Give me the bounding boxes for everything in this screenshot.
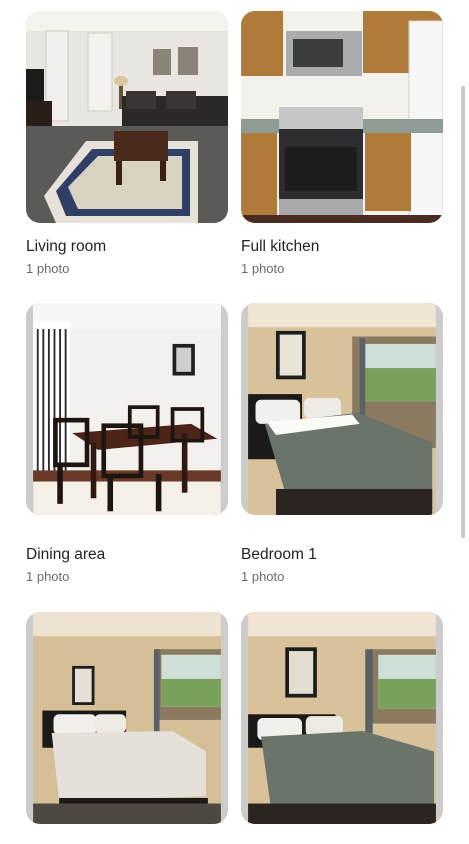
room-title: Living room (26, 238, 107, 255)
scrollbar[interactable] (461, 86, 465, 538)
room-title: Bedroom 1 (241, 546, 317, 563)
room-photo-count: 1 photo (26, 569, 70, 584)
bedroom-2-photo[interactable] (26, 612, 228, 824)
room-photo-count: 1 photo (241, 569, 285, 584)
living-room-photo[interactable] (26, 11, 228, 223)
kitchen-photo[interactable] (241, 11, 443, 223)
room-title: Dining area (26, 546, 106, 563)
room-title: Full kitchen (241, 238, 320, 255)
room-photo-count: 1 photo (26, 261, 70, 276)
bedroom-1-photo[interactable] (241, 303, 443, 515)
dining-area-photo[interactable] (26, 303, 228, 515)
room-photo-count: 1 photo (241, 261, 285, 276)
photo-tour-grid: Living room 1 photo Full kitchen 1 photo… (0, 0, 469, 844)
bedroom-3-photo[interactable] (241, 612, 443, 824)
